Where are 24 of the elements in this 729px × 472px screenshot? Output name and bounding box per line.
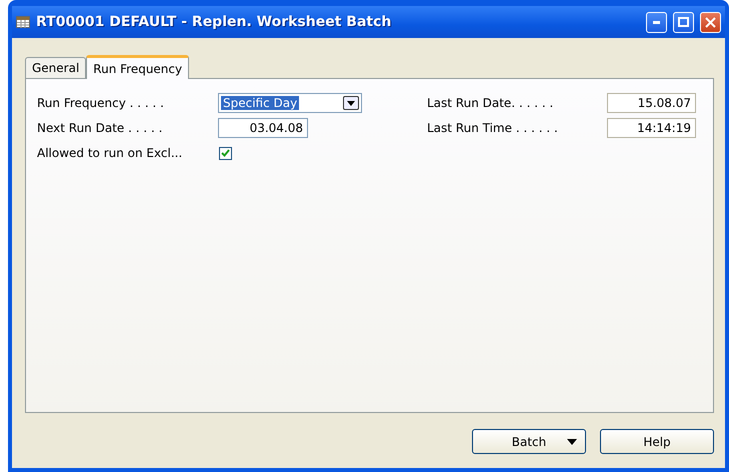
- input-field[interactable]: 15.08.07: [607, 93, 696, 113]
- table-icon: [16, 16, 30, 28]
- window-title: RT00001 DEFAULT - Replen. Worksheet Batch: [36, 14, 392, 30]
- input-field[interactable]: 03.04.08: [218, 118, 308, 138]
- field-label: Next Run Date . . . . .: [37, 121, 164, 135]
- checkbox[interactable]: [219, 146, 232, 160]
- maximize-icon: [678, 17, 689, 27]
- close-icon: [705, 16, 716, 28]
- close-button[interactable]: [700, 12, 721, 32]
- checkmark-icon: [221, 149, 230, 157]
- tab[interactable]: General: [25, 57, 86, 78]
- field-label: Last Run Date. . . . . .: [427, 96, 554, 110]
- field-label: Allowed to run on Excl...: [37, 146, 184, 160]
- minimize-icon: [653, 20, 660, 24]
- dropdown-field[interactable]: Specific Day: [218, 93, 362, 113]
- input-field[interactable]: 14:14:19: [607, 118, 696, 138]
- maximize-button[interactable]: [673, 12, 694, 32]
- field-label: Last Run Time . . . . . .: [427, 121, 559, 135]
- field-label: Run Frequency . . . . .: [37, 96, 165, 110]
- help-button[interactable]: Help: [600, 429, 714, 454]
- caret-icon: [567, 439, 577, 445]
- menu-button[interactable]: Batch: [472, 429, 586, 454]
- minimize-button[interactable]: [646, 12, 667, 32]
- tab[interactable]: Run Frequency: [86, 55, 190, 79]
